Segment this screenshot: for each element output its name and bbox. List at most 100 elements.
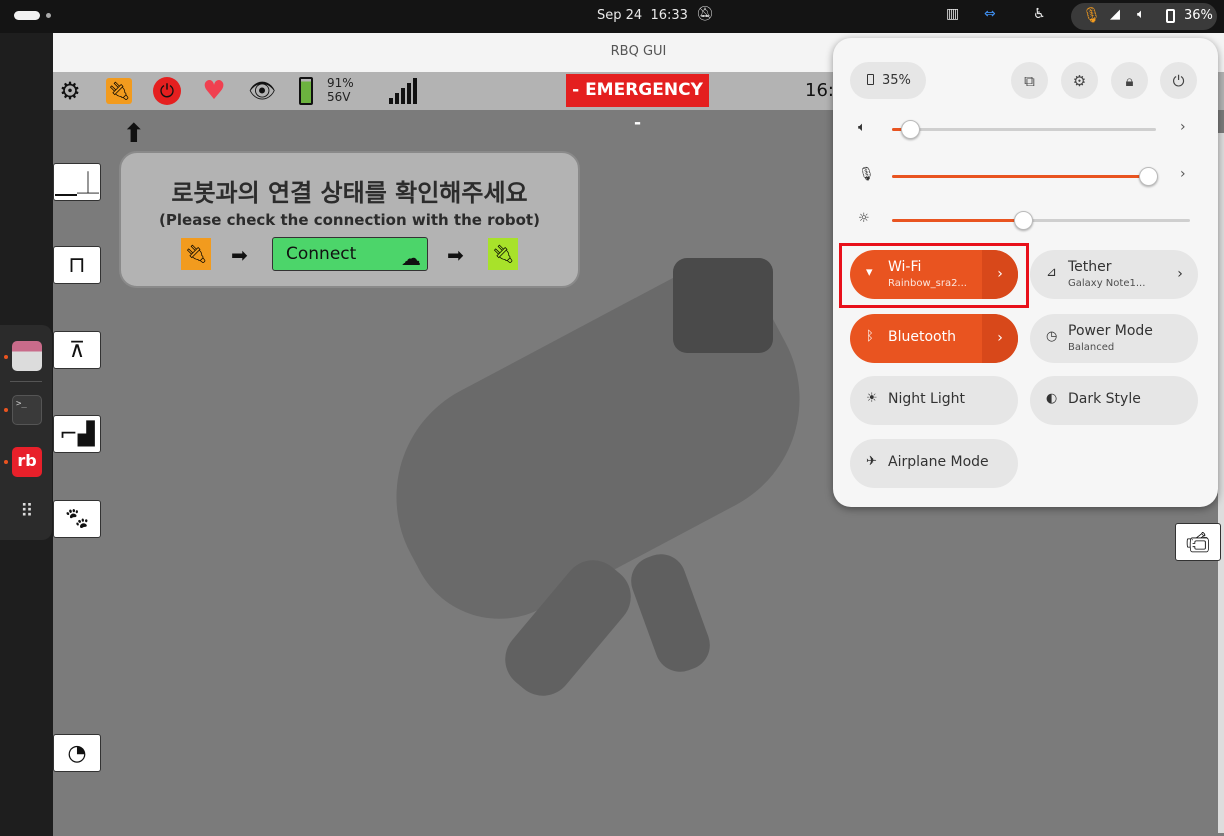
night-light-tile[interactable]: ☀ Night Light <box>850 376 1018 425</box>
arrow-up-icon: ⬆ <box>123 119 145 149</box>
robot-battery-percent: 91% <box>327 76 354 90</box>
power-mode-icon: ◷ <box>1046 329 1058 344</box>
running-indicator <box>4 460 8 464</box>
airplane-label: Airplane Mode <box>888 454 989 470</box>
stairs-icon: ⌐▟ <box>59 421 95 447</box>
running-indicator <box>4 408 8 412</box>
brightness-slider[interactable] <box>892 211 1190 230</box>
airplane-tile[interactable]: ✈ Airplane Mode <box>850 439 1018 488</box>
clock[interactable]: Sep 24 16:33 <box>597 8 688 23</box>
chevron-right-icon[interactable]: › <box>1180 166 1186 182</box>
robot-time: 16: <box>805 80 834 101</box>
microphone-slider-knob[interactable] <box>1139 167 1158 186</box>
microphone-slider[interactable] <box>892 167 1158 186</box>
dark-style-tile[interactable]: ◐ Dark Style <box>1030 376 1198 425</box>
tether-tile[interactable]: ⊿ Tether Galaxy Note1... › <box>1030 250 1198 299</box>
tether-icon: ⊿ <box>1046 265 1057 280</box>
screenshot-button[interactable]: ⧉ <box>1011 62 1048 99</box>
terminal-app-icon[interactable]: >_ <box>12 395 42 425</box>
robot-standing-icon: ⊓ <box>68 252 86 278</box>
accessibility-icon[interactable]: ♿︎ <box>1033 6 1046 22</box>
night-light-label: Night Light <box>888 391 965 407</box>
chevron-right-icon[interactable]: › <box>1162 250 1198 299</box>
gear-icon[interactable]: ⚙ <box>57 77 83 105</box>
robot-walking-icon: ⊼ <box>68 337 86 363</box>
tether-label: Tether <box>1068 259 1112 275</box>
volume-slider[interactable] <box>892 120 1156 139</box>
bluetooth-tile[interactable]: ᛒ Bluetooth › <box>850 314 1018 363</box>
window-right-edge <box>1218 133 1224 833</box>
volume-slider-knob[interactable] <box>901 120 920 139</box>
gauge-icon: ◔ <box>67 740 87 766</box>
camera-button[interactable]: 📹︎ <box>1175 523 1221 561</box>
mode-stand-button[interactable]: ⊓ <box>53 246 101 284</box>
show-apps-icon[interactable]: ⠿ <box>12 497 42 527</box>
volume-slider-row: 🔈︎ › <box>833 118 1218 142</box>
chevron-right-icon[interactable]: › <box>982 314 1018 363</box>
screenshot-icon: ⧉ <box>1024 71 1035 90</box>
arrow-right-icon: ➡ <box>447 243 464 267</box>
brightness-slider-knob[interactable] <box>1014 211 1033 230</box>
volume-icon: 🔈︎ <box>858 120 866 135</box>
robot-model-leg <box>624 547 717 679</box>
top-bar: Sep 24 16:33 🔕︎ ▥ ⇔ ♿︎ 🎙︎ ◢ 🔈︎ 36% <box>0 0 1224 33</box>
battery-icon <box>867 74 874 85</box>
teamviewer-tray-icon[interactable]: ⇔ <box>984 6 996 22</box>
plug-icon[interactable]: 🔌︎ <box>106 78 132 104</box>
emergency-button[interactable]: - EMERGENCY - <box>566 74 709 133</box>
bluetooth-icon: ᛒ <box>866 329 874 344</box>
wifi-status-icon: ◢ <box>1110 7 1120 22</box>
heartbeat-icon[interactable]: ♥ <box>201 76 227 106</box>
mode-paw-button[interactable]: 🐾︎ <box>53 500 101 538</box>
rbq-app-icon[interactable]: rb <box>12 447 42 477</box>
brightness-slider-fill <box>892 219 1023 222</box>
volume-status-icon: 🔈︎ <box>1137 7 1145 22</box>
wifi-highlight-box <box>839 243 1029 308</box>
running-indicator <box>4 355 8 359</box>
microphone-icon: 🎙︎ <box>1082 6 1102 24</box>
lock-button[interactable]: 🔒︎ <box>1111 62 1148 99</box>
plug-disconnected-icon: 🔌︎ <box>181 238 211 270</box>
robot-battery-voltage: 56V <box>327 90 351 104</box>
mode-stairs-button[interactable]: ⌐▟ <box>53 415 101 453</box>
mode-gauge-button[interactable]: ◔ <box>53 734 101 772</box>
files-app-icon[interactable] <box>12 341 42 371</box>
gear-icon: ⚙ <box>1072 71 1087 90</box>
power-icon: ⏻ <box>1172 71 1185 90</box>
arrow-right-icon: ➡ <box>231 243 248 267</box>
microphone-slider-fill <box>892 175 1148 178</box>
power-mode-tile[interactable]: ◷ Power Mode Balanced <box>1030 314 1198 363</box>
power-mode-label: Power Mode <box>1068 323 1153 339</box>
robot-lying-icon: ⎽⏊ <box>54 172 99 197</box>
settings-button[interactable]: ⚙ <box>1061 62 1098 99</box>
mode-lie-down-button[interactable]: ⎽⏊ <box>53 163 101 201</box>
paw-icon: 🐾︎ <box>63 506 91 532</box>
connection-notice: 로봇과의 연결 상태를 확인해주세요 (Please check the con… <box>119 151 580 288</box>
microphone-slider-row: 🎙︎ › <box>833 165 1218 189</box>
cloud-check-icon: ☁ <box>401 246 421 270</box>
battery-status-icon <box>1166 9 1175 23</box>
mode-walk-button[interactable]: ⊼ <box>53 331 101 369</box>
notice-english-text: (Please check the connection with the ro… <box>159 211 540 229</box>
signal-strength-icon <box>389 78 421 104</box>
plug-connected-icon: 🔌︎ <box>488 238 518 270</box>
airplane-icon: ✈ <box>866 454 877 469</box>
camera-icon: 📹︎ <box>1185 530 1211 554</box>
night-light-icon: ☀ <box>866 391 878 406</box>
power-mode-subtitle: Balanced <box>1068 342 1115 353</box>
brightness-icon: ☼ <box>858 211 870 226</box>
dock: >_ rb ⠿ <box>0 325 52 540</box>
dock-separator <box>10 381 42 382</box>
eye-icon[interactable]: 👁︎ <box>245 78 279 104</box>
robot-model-sensor <box>673 258 773 353</box>
power-icon[interactable]: ⏻ <box>153 77 181 105</box>
power-off-button[interactable]: ⏻ <box>1160 62 1197 99</box>
activities-button[interactable] <box>14 11 40 20</box>
battery-pill[interactable]: 35% <box>850 62 926 99</box>
dark-style-label: Dark Style <box>1068 391 1141 407</box>
dark-style-icon: ◐ <box>1046 391 1058 406</box>
server-tray-icon[interactable]: ▥ <box>946 6 959 22</box>
chevron-right-icon[interactable]: › <box>1180 119 1186 135</box>
brightness-slider-row: ☼ <box>833 209 1218 233</box>
connect-button[interactable]: Connect ☁ <box>272 237 428 271</box>
